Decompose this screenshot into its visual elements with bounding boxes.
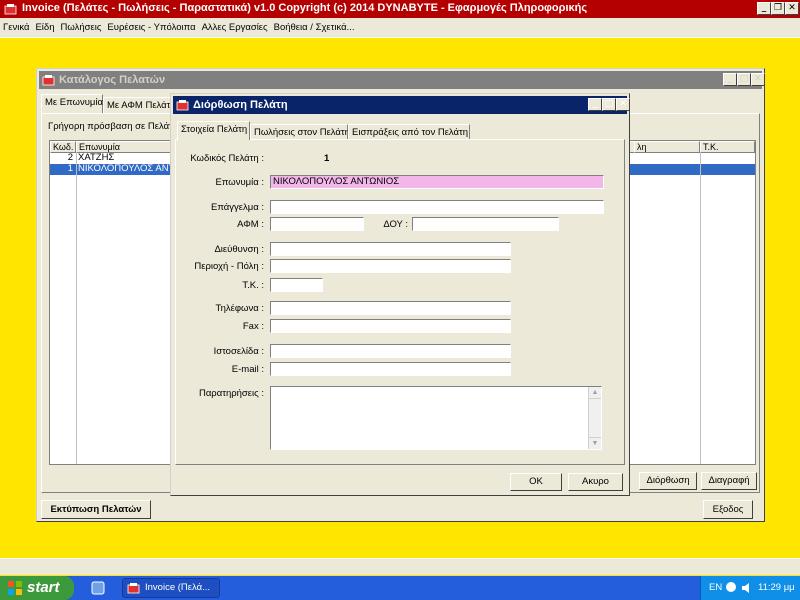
delete-button[interactable]: Διαγραφή [701, 472, 757, 490]
app-title-bar: Invoice (Πελάτες - Πωλήσεις - Παραστατικ… [0, 0, 800, 18]
column-header-zip[interactable]: Τ.Κ. [700, 141, 755, 153]
code-value: 1 [324, 153, 330, 164]
fax-field[interactable] [270, 319, 511, 333]
website-field[interactable] [270, 344, 511, 358]
area-field[interactable] [270, 259, 511, 273]
minimize-button[interactable]: _ [757, 2, 771, 15]
row-name: ΧΑΤΖΗΣ [78, 152, 115, 163]
taskbar: start Invoice (Πελά... EN 11:29 μμ [0, 576, 800, 600]
scroll-up-icon[interactable]: ▲ [589, 387, 601, 399]
list-close-button[interactable]: ✕ [751, 73, 765, 86]
ok-button[interactable]: OK [510, 473, 562, 491]
task-label: Invoice (Πελά... [145, 582, 211, 593]
menu-other-tasks[interactable]: Αλλες Εργασίες [199, 18, 271, 37]
profession-field[interactable] [270, 200, 604, 214]
quick-access-label: Γρήγορη πρόσβαση σε Πελάτη [48, 121, 179, 132]
menu-help[interactable]: Βοήθεια / Σχετικά... [271, 18, 358, 37]
list-maximize-button[interactable]: □ [737, 73, 751, 86]
edit-dialog-title-bar: Διόρθωση Πελάτη _ □ ✕ [173, 96, 630, 114]
notes-scrollbar[interactable]: ▲ ▼ [588, 387, 601, 449]
quick-launch-icon[interactable] [90, 580, 106, 596]
name-label: Επωνυμία : [215, 177, 264, 188]
status-bar [0, 558, 800, 575]
close-button[interactable]: ✕ [785, 2, 799, 15]
window-icon [42, 75, 55, 86]
speaker-icon[interactable] [740, 581, 754, 595]
list-minimize-button[interactable]: _ [723, 73, 737, 86]
menu-search-balances[interactable]: Ευρέσεις - Υπόλοιπα [104, 18, 198, 37]
address-label: Διεύθυνση : [214, 244, 264, 255]
app-title: Invoice (Πελάτες - Πωλήσεις - Παραστατικ… [22, 2, 588, 14]
tab-by-name[interactable]: Με Επωνυμία [41, 94, 103, 113]
afm-label: ΑΦΜ : [237, 219, 264, 230]
row-code: 2 [67, 152, 73, 163]
notes-textarea[interactable]: ▲ ▼ [270, 386, 602, 450]
menu-bar: Γενικά Είδη Πωλήσεις Ευρέσεις - Υπόλοιπα Αλλ… [0, 18, 800, 38]
language-indicator[interactable]: EN [709, 582, 722, 593]
tray-arrow-icon[interactable] [726, 582, 736, 592]
tab-by-afm[interactable]: Με ΑΦΜ Πελάτη [103, 97, 178, 113]
edit-button[interactable]: Διόρθωση [639, 472, 697, 490]
name-field[interactable]: ΝΙΚΟΛΟΠΟΥΛΟΣ ΑΝΤΩΝΙΟΣ [270, 175, 604, 189]
fax-label: Fax : [242, 321, 264, 332]
restore-button[interactable]: ❐ [771, 2, 785, 15]
dialog-close-button[interactable]: ✕ [616, 98, 630, 111]
windows-logo-icon [8, 581, 22, 595]
edit-customer-dialog: Διόρθωση Πελάτη _ □ ✕ Στοιχεία Πελάτη Πω… [170, 93, 630, 496]
tab-receipts-from-customer[interactable]: Εισπράξεις από τον Πελάτη [348, 124, 470, 140]
email-field[interactable] [270, 362, 511, 376]
website-label: Ιστοσελίδα : [213, 346, 264, 357]
customer-list-title-bar: Κατάλογος Πελατών _ □ ✕ [39, 71, 765, 89]
menu-sales[interactable]: Πωλήσεις [58, 18, 105, 37]
dialog-minimize-button[interactable]: _ [588, 98, 602, 111]
app-icon [4, 4, 17, 15]
phones-field[interactable] [270, 301, 511, 315]
tab-sales-to-customer[interactable]: Πωλήσεις στον Πελάτη [250, 124, 350, 140]
menu-items[interactable]: Είδη [32, 18, 57, 37]
zip-field[interactable] [270, 278, 323, 292]
exit-button[interactable]: Εξοδος [703, 500, 753, 519]
app-icon [127, 583, 140, 594]
area-label: Περιοχή - Πόλη : [194, 261, 264, 272]
row-code: 1 [67, 163, 73, 174]
start-label: start [27, 579, 60, 596]
email-label: E-mail : [231, 364, 264, 375]
customer-info-panel: Κωδικός Πελάτη : 1 Επωνυμία : ΝΙΚΟΛΟΠΟΥΛ… [175, 139, 625, 465]
notes-label: Παρατηρήσεις : [198, 388, 264, 399]
profession-label: Επάγγελμα : [211, 202, 264, 213]
start-button[interactable]: start [0, 576, 74, 600]
tab-customer-info[interactable]: Στοιχεία Πελάτη [177, 121, 250, 140]
phones-label: Τηλέφωνα : [215, 303, 264, 314]
zip-label: Τ.Κ. : [242, 280, 264, 291]
window-icon [176, 100, 189, 111]
edit-dialog-title: Διόρθωση Πελάτη [193, 99, 288, 111]
system-tray: EN 11:29 μμ [700, 576, 800, 600]
taskbar-task-invoice[interactable]: Invoice (Πελά... [122, 578, 220, 598]
column-divider [700, 153, 701, 464]
address-field[interactable] [270, 242, 511, 256]
cancel-button[interactable]: Ακυρο [568, 473, 623, 491]
print-customers-button[interactable]: Εκτύπωση Πελατών [41, 500, 151, 519]
customer-list-title: Κατάλογος Πελατών [59, 74, 166, 86]
dialog-maximize-button[interactable]: □ [602, 98, 616, 111]
column-header-city[interactable]: λη [634, 141, 700, 153]
doy-field[interactable] [412, 217, 559, 231]
afm-field[interactable] [270, 217, 364, 231]
menu-general[interactable]: Γενικά [0, 18, 32, 37]
code-label: Κωδικός Πελάτη : [190, 153, 264, 164]
scroll-down-icon[interactable]: ▼ [589, 437, 601, 449]
doy-label: ΔΟΥ : [383, 219, 408, 230]
column-divider [76, 153, 77, 464]
clock: 11:29 μμ [758, 582, 795, 593]
